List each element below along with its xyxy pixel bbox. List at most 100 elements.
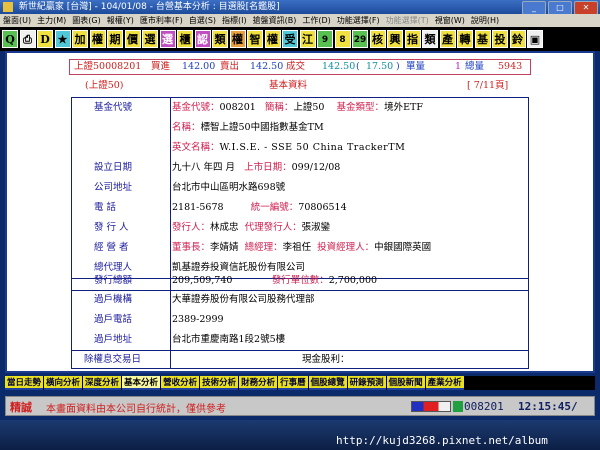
toolbar-button[interactable]: 投 (492, 30, 508, 48)
label-manager: 經 營 者 (94, 242, 129, 253)
tab-9[interactable]: 研錄預測 (347, 376, 386, 390)
toolbar-button[interactable]: 認 (194, 30, 211, 48)
menu-item[interactable]: 功能選擇(F) (334, 14, 383, 27)
tab-8[interactable]: 個股總覽 (308, 376, 347, 390)
quote-total: 5943 (498, 61, 523, 72)
general-manager: 李祖任 (282, 242, 312, 253)
tab-11[interactable]: 產業分析 (425, 376, 464, 390)
toolbar-button[interactable]: 智 (247, 30, 263, 48)
row-issuer: 發 行 人 發行人：林成忠 代理發行人：張淑鑾 (72, 218, 528, 238)
toolbar-button[interactable]: 產 (439, 30, 456, 48)
tab-1[interactable]: 橫向分析 (44, 376, 83, 390)
toolbar-button[interactable]: 核 (369, 30, 386, 48)
toolbar-button[interactable]: 期 (107, 30, 123, 48)
toolbar-button[interactable]: 價 (124, 30, 141, 48)
tab-10[interactable]: 個股新聞 (386, 376, 425, 390)
transfer-agency: 大華證券股份有限公司股務代理部 (172, 294, 315, 305)
row-fund-name: 名稱：標智上證50中國指數基金TM (72, 118, 528, 138)
menu-item[interactable]: 主力(M) (34, 14, 69, 27)
toolbar-button[interactable]: 基 (474, 30, 491, 48)
label-ex-date: 除權息交易日 (84, 354, 142, 365)
toolbar-button[interactable]: 指 (404, 30, 421, 48)
menu-item[interactable]: 指標(I) (219, 14, 250, 27)
toolbar-button[interactable]: 加 (72, 30, 88, 48)
fund-basic-info-panel: 上證50008201 買進 142.00 賣出 142.50 成交 142.50… (5, 51, 595, 373)
toolbar-button[interactable]: 類 (422, 30, 438, 48)
listing-date: 099/12/08 (291, 162, 341, 173)
key: 總經理： (244, 242, 283, 253)
toolbar-button[interactable]: 類 (212, 30, 228, 48)
status-tag: 精誠 (10, 401, 32, 414)
menu-item[interactable]: 圖表(G) (69, 14, 103, 27)
toolbar-button[interactable]: 權 (229, 30, 246, 48)
toolbar-button[interactable]: 8 (334, 30, 351, 48)
key: 簡稱： (264, 102, 294, 113)
quote-deal-label: 成交 (286, 61, 306, 72)
toolbar-button[interactable]: 29 (352, 30, 368, 48)
key: 投資經理人： (317, 242, 375, 253)
toolbar-button[interactable]: Q (2, 30, 18, 48)
chairman: 李婧婧 (210, 242, 239, 253)
tab-0[interactable]: 當日走勢 (5, 376, 44, 390)
toolbar-button[interactable]: 櫃 (177, 30, 193, 48)
tab-7[interactable]: 行事曆 (278, 376, 308, 390)
value-fund-code: 基金代號：008201 簡稱：上證50 基金類型：境外ETF (172, 98, 423, 118)
row-manager: 經 營 者 董事長：李婧婧 總經理：李祖任 投資經理人：中銀國際英國 (72, 238, 528, 258)
row-fund-english-name: 英文名稱：W.I.S.E. - SSE 50 China TrackerTM (72, 138, 528, 158)
row-fund-code: 基金代號 基金代號：008201 簡稱：上證50 基金類型：境外ETF (72, 98, 528, 118)
window-title-bar: 新世紀贏家 [台灣] - 104/01/08 - 台營基本分析 : 目選股[名鑑… (0, 0, 600, 15)
tax-id: 70806514 (298, 202, 347, 213)
menu-item[interactable]: 自選(S) (186, 14, 219, 27)
toolbar-button[interactable]: 9 (317, 30, 333, 48)
quick-toolbar: Q ⎙ D ★ 加權期價選選櫃認類權智權受江 9 8 29 核興指類產轉基投鈴 ▣ (0, 27, 600, 51)
menu-item[interactable]: 匯市利率(F) (137, 14, 186, 27)
menu-item[interactable]: 盤面(U) (0, 14, 34, 27)
menu-item[interactable]: 說明(H) (468, 14, 502, 27)
maximize-button[interactable]: □ (548, 1, 572, 15)
setup-date: 九十八 年四 月 (172, 162, 236, 173)
toolbar-button[interactable]: 受 (282, 30, 298, 48)
menu-item[interactable]: 視窗(W) (432, 14, 468, 27)
menu-item[interactable]: 報權(Y) (104, 14, 137, 27)
connection-indicator (453, 401, 463, 412)
tab-2[interactable]: 深度分析 (83, 376, 122, 390)
toolbar-button[interactable]: 江 (299, 30, 316, 48)
quote-strip: 上證50008201 買進 142.00 賣出 142.50 成交 142.50… (69, 59, 531, 75)
toolbar-button[interactable]: D (37, 30, 53, 48)
label-issued: 發行總額 (94, 275, 133, 286)
key: 統一編號： (250, 202, 299, 213)
toolbar-button[interactable]: 權 (264, 30, 281, 48)
tab-3[interactable]: 基本分析 (122, 376, 161, 390)
label-fund-code: 基金代號 (94, 102, 133, 113)
toolbar-button[interactable]: 選 (159, 30, 176, 48)
menu-item[interactable]: 搶盤資訊(B) (250, 14, 300, 27)
toolbar-button[interactable]: 選 (142, 30, 158, 48)
row-issued: 發行總額 209,509,740 發行單位數：2,700,000 (72, 271, 528, 291)
fund-english-name: W.I.S.E. - SSE 50 China TrackerTM (219, 142, 406, 153)
quote-change: 17.50 (366, 61, 394, 72)
quote-total-label: 總量 (465, 61, 485, 72)
key: 名稱： (172, 122, 201, 133)
label-issuer: 發 行 人 (94, 222, 129, 233)
issued-amount: 209,509,740 (172, 275, 233, 286)
toolbar-button[interactable]: ⎙ (19, 30, 36, 48)
page-indicator: [ 7/11頁] (467, 80, 509, 91)
issued-units: 2,700,000 (328, 275, 378, 286)
close-button[interactable]: ✕ (574, 1, 598, 15)
info-table: 基金代號 基金代號：008201 簡稱：上證50 基金類型：境外ETF 名稱：標… (71, 97, 529, 369)
toolbar-button[interactable]: ▣ (527, 30, 543, 48)
toolbar-button[interactable]: ★ (54, 30, 71, 48)
toolbar-button[interactable]: 轉 (457, 30, 473, 48)
tab-5[interactable]: 技術分析 (200, 376, 239, 390)
toolbar-button[interactable]: 權 (89, 30, 106, 48)
menu-item[interactable]: 功能選擇(T) (383, 14, 432, 27)
toolbar-button[interactable]: 興 (387, 30, 403, 48)
key: 英文名稱： (172, 142, 220, 153)
minimize-button[interactable]: _ (522, 1, 546, 15)
toolbar-button[interactable]: 鈴 (509, 30, 526, 48)
label-transfer-address: 過戶地址 (94, 334, 133, 345)
key: 發行人： (172, 222, 211, 233)
tab-6[interactable]: 財務分析 (239, 376, 278, 390)
tab-4[interactable]: 營收分析 (161, 376, 200, 390)
menu-item[interactable]: 工作(D) (299, 14, 333, 27)
